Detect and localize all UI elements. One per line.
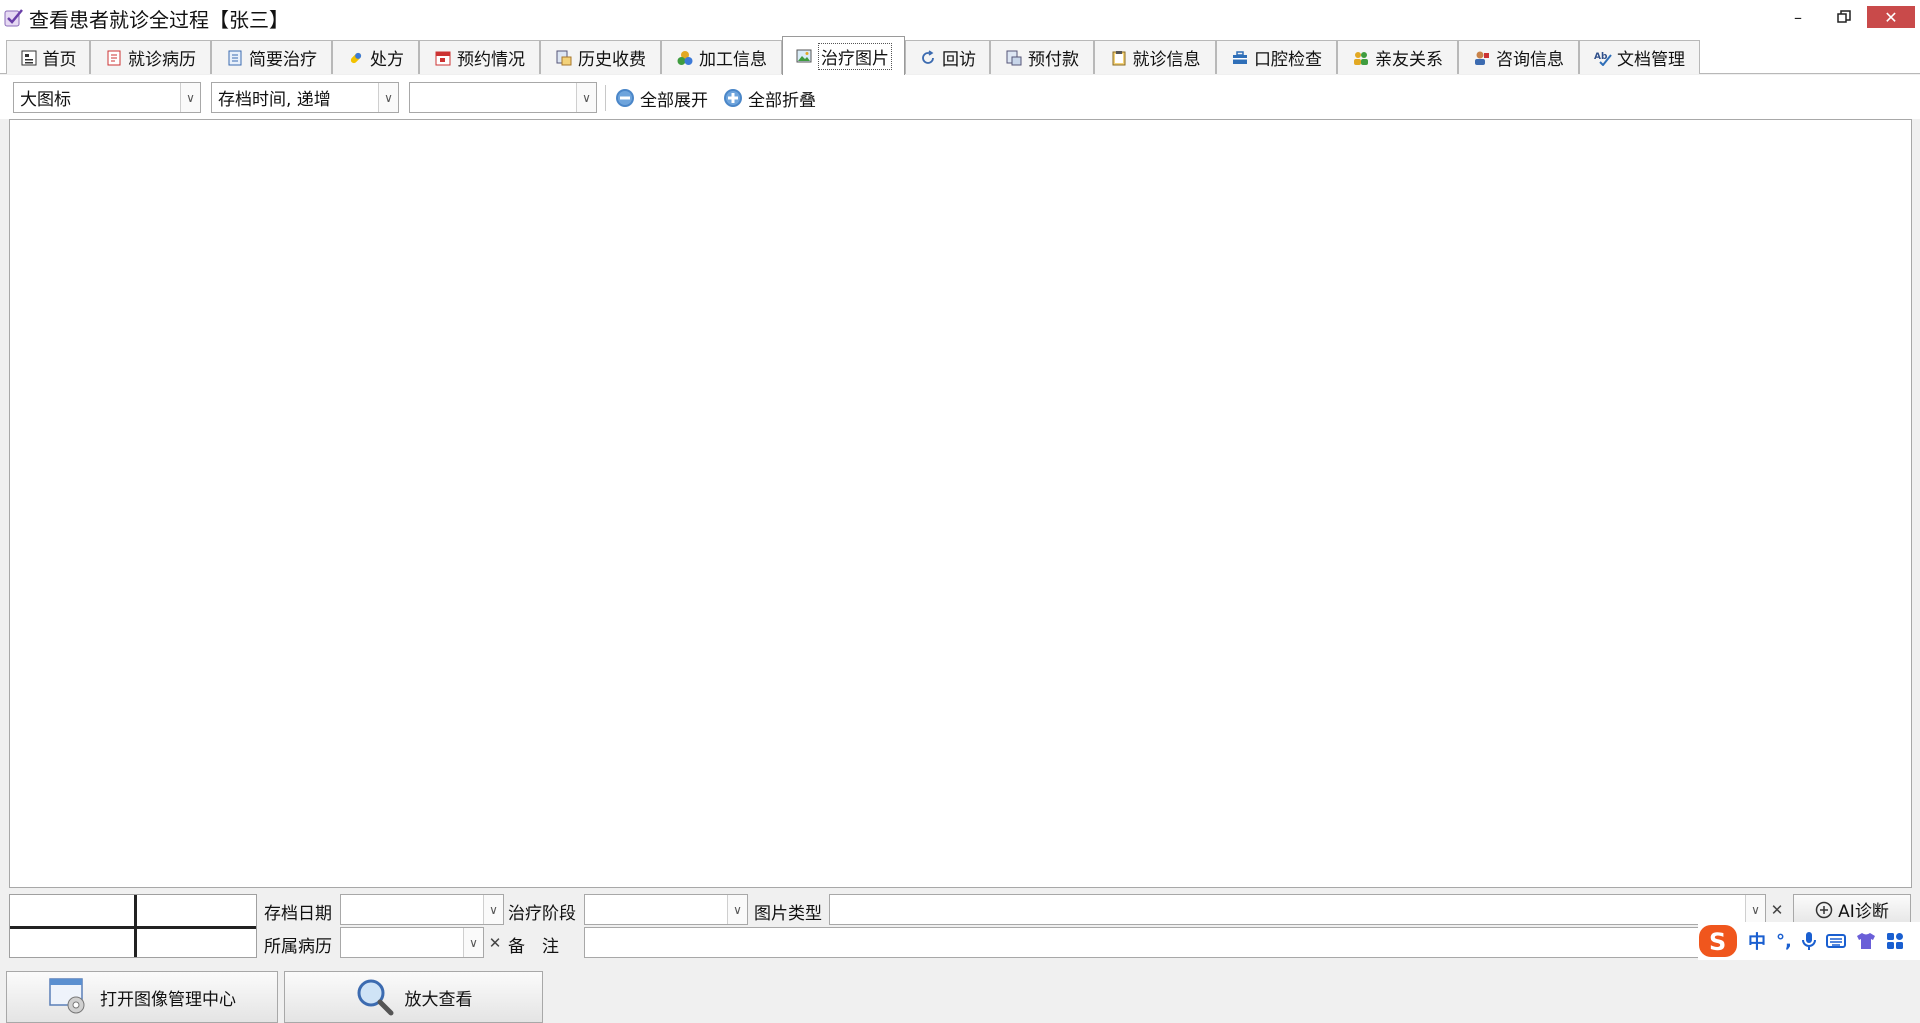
image-list-area[interactable] — [9, 119, 1912, 888]
image-type-label: 图片类型 — [754, 904, 822, 924]
microphone-icon[interactable] — [1801, 931, 1816, 951]
tab-oral-exam[interactable]: 口腔检查 — [1216, 40, 1337, 74]
collapse-all-button[interactable]: 全部折叠 — [723, 85, 816, 111]
briefcase-icon — [1231, 49, 1249, 67]
tab-prescription[interactable]: 处方 — [332, 40, 419, 74]
remark-label: 备 注 — [508, 937, 559, 957]
tab-prepayment[interactable]: 预付款 — [990, 40, 1094, 74]
image-manager-icon — [49, 978, 85, 1014]
chevron-down-icon[interactable]: ∨ — [727, 895, 747, 924]
chevron-down-icon[interactable]: ∨ — [463, 928, 483, 957]
clear-icon[interactable]: ✕ — [485, 928, 505, 957]
treatment-stage-label: 治疗阶段 — [508, 904, 576, 924]
tab-medical-record[interactable]: 就诊病历 — [90, 40, 211, 74]
tab-bar: 首页 就诊病历 简要治疗 处方 预约情况 历史收费 加工信息 治疗图片 回访 预… — [0, 36, 1920, 75]
clipboard-icon — [1110, 49, 1128, 67]
expand-all-button[interactable]: 全部展开 — [615, 85, 708, 111]
tab-consultation[interactable]: 咨询信息 — [1458, 40, 1579, 74]
toolbox-grid-icon[interactable] — [1886, 932, 1904, 950]
title-bar: 查看患者就诊全过程【张三】 – ✕ — [0, 0, 1920, 36]
home-icon — [20, 49, 38, 67]
sort-order-select[interactable]: 存档时间, 递增 ∨ — [211, 82, 399, 113]
tab-brief-treatment[interactable]: 简要治疗 — [211, 40, 332, 74]
image-type-select[interactable]: ∨ ✕ — [829, 894, 1783, 925]
plus-circle-icon — [1815, 901, 1833, 918]
chevron-down-icon[interactable]: ∨ — [180, 83, 200, 112]
tab-processing-info[interactable]: 加工信息 — [661, 40, 782, 74]
tab-document-management[interactable]: Ab 文档管理 — [1579, 40, 1700, 74]
chevron-down-icon[interactable]: ∨ — [378, 83, 398, 112]
clear-icon[interactable]: ✕ — [1767, 895, 1787, 924]
prepay-icon — [1005, 49, 1023, 67]
people-icon — [1352, 49, 1370, 67]
processing-icon — [676, 49, 694, 67]
minimize-button[interactable]: – — [1775, 6, 1821, 28]
app-check-icon — [3, 7, 25, 29]
skin-shirt-icon[interactable] — [1856, 932, 1876, 950]
window-controls: – ✕ — [1775, 0, 1920, 36]
view-mode-select[interactable]: 大图标 ∨ — [13, 82, 201, 113]
chevron-down-icon[interactable]: ∨ — [576, 83, 596, 112]
tab-appointments[interactable]: 预约情况 — [419, 40, 540, 74]
tab-billing-history[interactable]: 历史收费 — [540, 40, 661, 74]
toolbar-divider — [605, 85, 606, 111]
ai-diagnosis-button[interactable]: AI诊断 — [1793, 894, 1911, 925]
record-select[interactable]: ∨ ✕ — [340, 927, 501, 958]
magnifier-icon — [357, 979, 393, 1016]
svg-text:S: S — [1709, 928, 1726, 956]
medical-record-icon — [105, 49, 123, 67]
calendar-icon — [434, 49, 452, 67]
pill-icon — [347, 49, 365, 67]
archive-date-field[interactable]: ∨ — [340, 894, 504, 925]
image-toolbar: 大图标 ∨ 存档时间, 递增 ∨ ∨ 全部展开 全部折叠 — [0, 75, 1920, 119]
restore-icon — [1837, 10, 1851, 23]
billing-icon — [555, 49, 573, 67]
tab-visit-info[interactable]: 就诊信息 — [1094, 40, 1216, 74]
plus-circle-icon — [724, 89, 742, 107]
refresh-icon — [919, 49, 937, 67]
ime-logo-icon[interactable]: S — [1698, 923, 1738, 959]
zoom-view-button[interactable]: 放大查看 — [284, 971, 543, 1023]
tab-follow-up[interactable]: 回访 — [905, 40, 990, 74]
open-image-center-button[interactable]: 打开图像管理中心 — [6, 971, 278, 1023]
spellcheck-icon: Ab — [1594, 49, 1612, 67]
record-label: 所属病历 — [264, 937, 332, 957]
restore-button[interactable] — [1821, 6, 1867, 28]
ime-toolbar: S 中 °, — [1698, 922, 1920, 960]
window-title: 查看患者就诊全过程【张三】 — [29, 7, 289, 32]
view-mode-value: 大图标 — [20, 90, 71, 110]
image-info-panel: 存档日期 ∨ 治疗阶段 ∨ 图片类型 ∨ ✕ AI诊断 所属病历 ∨ ✕ 备 注… — [0, 888, 1920, 1023]
tab-treatment-images[interactable]: 治疗图片 — [782, 36, 905, 75]
tab-home[interactable]: 首页 — [6, 40, 90, 74]
treatment-stage-select[interactable]: ∨ — [584, 894, 748, 925]
filter-select[interactable]: ∨ — [409, 82, 597, 113]
close-icon: ✕ — [1884, 7, 1898, 27]
document-icon — [226, 49, 244, 67]
ime-punctuation-toggle[interactable]: °, — [1776, 931, 1792, 952]
tab-relatives[interactable]: 亲友关系 — [1337, 40, 1458, 74]
sort-order-value: 存档时间, 递增 — [218, 90, 331, 110]
grid-divider — [10, 926, 256, 929]
image-icon — [795, 47, 813, 65]
archive-date-label: 存档日期 — [264, 904, 332, 924]
keyboard-icon[interactable] — [1825, 933, 1846, 949]
minus-circle-icon — [616, 89, 634, 107]
chevron-down-icon[interactable]: ∨ — [1745, 895, 1765, 924]
close-button[interactable]: ✕ — [1867, 6, 1915, 28]
ime-language-toggle[interactable]: 中 — [1748, 928, 1766, 954]
thumbnail-grid[interactable] — [9, 894, 257, 958]
consult-icon — [1473, 49, 1491, 67]
chevron-down-icon[interactable]: ∨ — [483, 895, 503, 924]
